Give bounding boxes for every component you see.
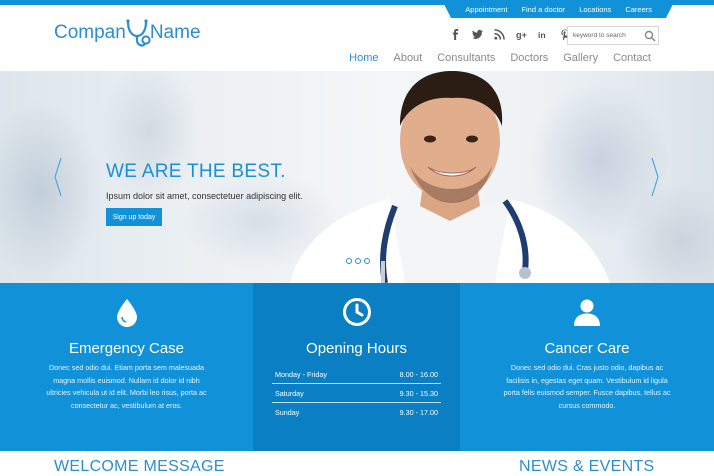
twitter-icon[interactable] [472,28,483,40]
slider-dot[interactable] [355,258,361,264]
hours-day: Sunday [275,408,300,417]
facebook-icon[interactable] [450,28,461,40]
logo-text-part2: Name [149,22,201,43]
cancer-text: Donec sed odio dui. Cras justo odio, dap… [503,363,671,410]
hero-subtitle: Ipsum dolor sit amet, consectetuer adipi… [106,191,303,201]
slider-dot[interactable] [364,258,370,264]
clock-icon [342,298,371,326]
hero-slider: WE ARE THE BEST. Ipsum dolor sit amet, c… [0,71,714,283]
emergency-case-panel: Emergency Case Donec sed odio dui. Etiam… [0,283,253,451]
nav-item-contact[interactable]: Contact [613,52,651,64]
hours-row: Sunday 9.30 - 17.00 [272,403,441,422]
slider-pagination [346,258,370,264]
nav-item-about[interactable]: About [393,52,422,64]
search-input[interactable] [568,32,642,39]
news-events-heading: NEWS & EVENTS [519,458,655,475]
linkedin-icon[interactable]: in [538,28,549,40]
nav-item-doctors[interactable]: Doctors [510,52,548,64]
toplink-careers[interactable]: Careers [625,5,652,14]
google-plus-icon[interactable]: g+ [516,28,527,40]
opening-hours-panel: Opening Hours Monday - Friday 8.00 - 16.0… [253,283,460,451]
emergency-title: Emergency Case [68,340,185,357]
stethoscope-logo-icon [126,19,151,47]
company-logo[interactable]: Compan Name [54,16,201,50]
signup-button[interactable]: Sign up today [106,208,162,226]
features-section: Emergency Case Donec sed odio dui. Etiam… [0,283,714,451]
toplink-locations[interactable]: Locations [579,5,611,14]
hours-day: Monday - Friday [275,369,327,379]
hours-table: Monday - Friday 8.00 - 16.00 Saturday 9.30… [272,365,441,422]
rss-icon[interactable] [494,28,505,40]
hours-day: Saturday [275,388,304,398]
social-links: g+ in [450,28,571,40]
hours-title: Opening Hours [306,340,407,357]
emergency-text: Donec sed odio dui. Etiam porta sem male… [46,363,207,410]
hours-row: Saturday 9.30 - 15.30 [272,384,441,403]
water-drop-icon [116,299,137,327]
logo-text-part1: Compan [54,22,126,43]
main-nav: Home About Consultants Doctors Gallery C… [349,52,651,64]
nav-item-home[interactable]: Home [349,52,378,64]
slider-dot[interactable] [346,258,352,264]
person-icon [574,299,600,326]
search-box [567,26,659,45]
welcome-message-heading: WELCOME MESSAGE [54,458,225,475]
hero-title: WE ARE THE BEST. [106,161,286,182]
nav-item-consultants[interactable]: Consultants [437,52,495,64]
search-icon[interactable] [644,30,656,42]
hours-row: Monday - Friday 8.00 - 16.00 [272,365,441,384]
nav-item-gallery[interactable]: Gallery [563,52,598,64]
toplink-appointment[interactable]: Appointment [465,5,507,14]
doctor-photo [290,71,610,283]
hours-time: 9.30 - 17.00 [399,408,438,417]
cancer-title: Cancer Care [544,340,630,357]
svg-text:g+: g+ [516,30,527,40]
top-links-bar: Appointment Find a doctor Locations Care… [442,0,675,18]
slider-next-arrow-icon[interactable] [650,157,660,197]
hours-time: 9.30 - 15.30 [399,388,438,398]
cancer-care-panel: Cancer Care Donec sed odio dui. Cras jus… [460,283,714,451]
slider-prev-arrow-icon[interactable] [53,157,63,197]
svg-text:in: in [538,30,546,40]
toplink-find-doctor[interactable]: Find a doctor [521,5,565,14]
hours-time: 8.00 - 16.00 [399,369,438,379]
